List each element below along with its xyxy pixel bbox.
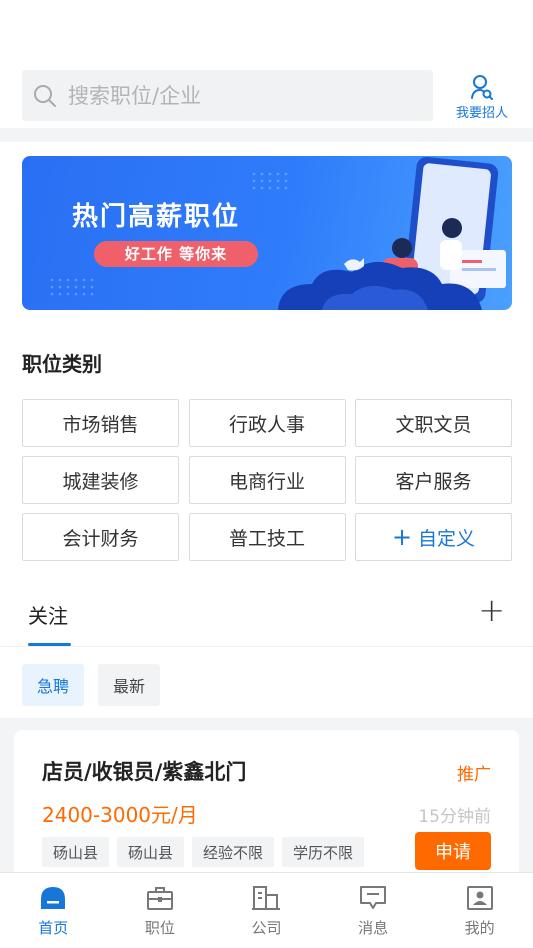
job-card[interactable]: 店员/收银员/紫鑫北门 推广 2400-3000元/月 15分钟前 砀山县 砀山… [14,730,519,880]
message-icon [359,882,387,914]
recruit-button[interactable]: 我要招人 [453,72,511,121]
nav-label: 我的 [464,919,495,937]
nav-item-profile[interactable]: 我的 [426,873,533,948]
home-icon [39,882,67,914]
user-search-icon [453,72,511,100]
search-input[interactable] [68,83,408,108]
building-icon [251,882,281,914]
category-item[interactable]: 会计财务 [22,513,179,561]
category-section-title: 职位类别 [22,352,102,376]
category-item[interactable]: 电商行业 [188,456,346,504]
tab-follow[interactable]: 关注 [28,600,68,629]
job-title: 店员/收银员/紫鑫北门 [42,760,247,784]
job-tag: 经验不限 [192,837,275,867]
category-item[interactable]: 市场销售 [22,399,179,447]
tab-divider [0,646,533,647]
banner-subtitle: 好工作 等你来 [94,241,258,267]
job-salary: 2400-3000元/月 [42,803,198,827]
search-box[interactable] [22,70,433,121]
app-root: 我要招人 [0,0,533,948]
nav-item-home[interactable]: 首页 [0,873,107,948]
category-item[interactable]: 普工技工 [188,513,346,561]
category-item[interactable]: 城建装修 [22,456,179,504]
category-item[interactable]: 客户服务 [355,456,512,504]
nav-item-jobs[interactable]: 职位 [107,873,214,948]
search-row: 我要招人 [22,70,511,122]
nav-label: 首页 [38,919,69,937]
apply-button[interactable]: 申请 [415,832,491,870]
category-item[interactable]: 文职文员 [355,399,512,447]
nav-label: 公司 [251,919,282,937]
job-tag: 砀山县 [42,837,110,867]
filter-chips: 急聘 最新 [22,664,161,706]
job-tags: 砀山县 砀山县 经验不限 学历不限 [42,837,365,867]
nav-label: 消息 [358,919,389,937]
filter-latest[interactable]: 最新 [98,664,161,706]
recruit-label: 我要招人 [455,106,508,121]
job-tag: 学历不限 [282,837,365,867]
nav-label: 职位 [144,919,175,937]
promo-badge: 推广 [457,765,491,785]
category-item[interactable]: 行政人事 [188,399,346,447]
nav-item-messages[interactable]: 消息 [320,873,427,948]
search-icon [22,84,68,108]
bottom-nav: 首页 职位 公司 消息 我的 [0,872,533,948]
job-tag: 砀山县 [117,837,185,867]
add-follow-button[interactable]: + [478,594,505,626]
promo-banner[interactable]: 热门高薪职位 好工作 等你来 [22,156,512,310]
plus-icon: + [391,523,413,551]
banner-illustration [50,156,506,310]
nav-item-company[interactable]: 公司 [213,873,320,948]
profile-icon [466,882,494,914]
custom-category-button[interactable]: + 自定义 [355,513,512,561]
banner-title: 热门高薪职位 [72,202,241,232]
briefcase-icon [146,882,174,914]
section-divider [0,128,533,142]
custom-category-label: 自定义 [418,527,476,550]
filter-urgent[interactable]: 急聘 [22,664,85,706]
job-post-time: 15分钟前 [418,807,491,827]
category-grid: 市场销售 行政人事 文职文员 城建装修 电商行业 客户服务 会计财务 普工技工 … [22,399,512,561]
